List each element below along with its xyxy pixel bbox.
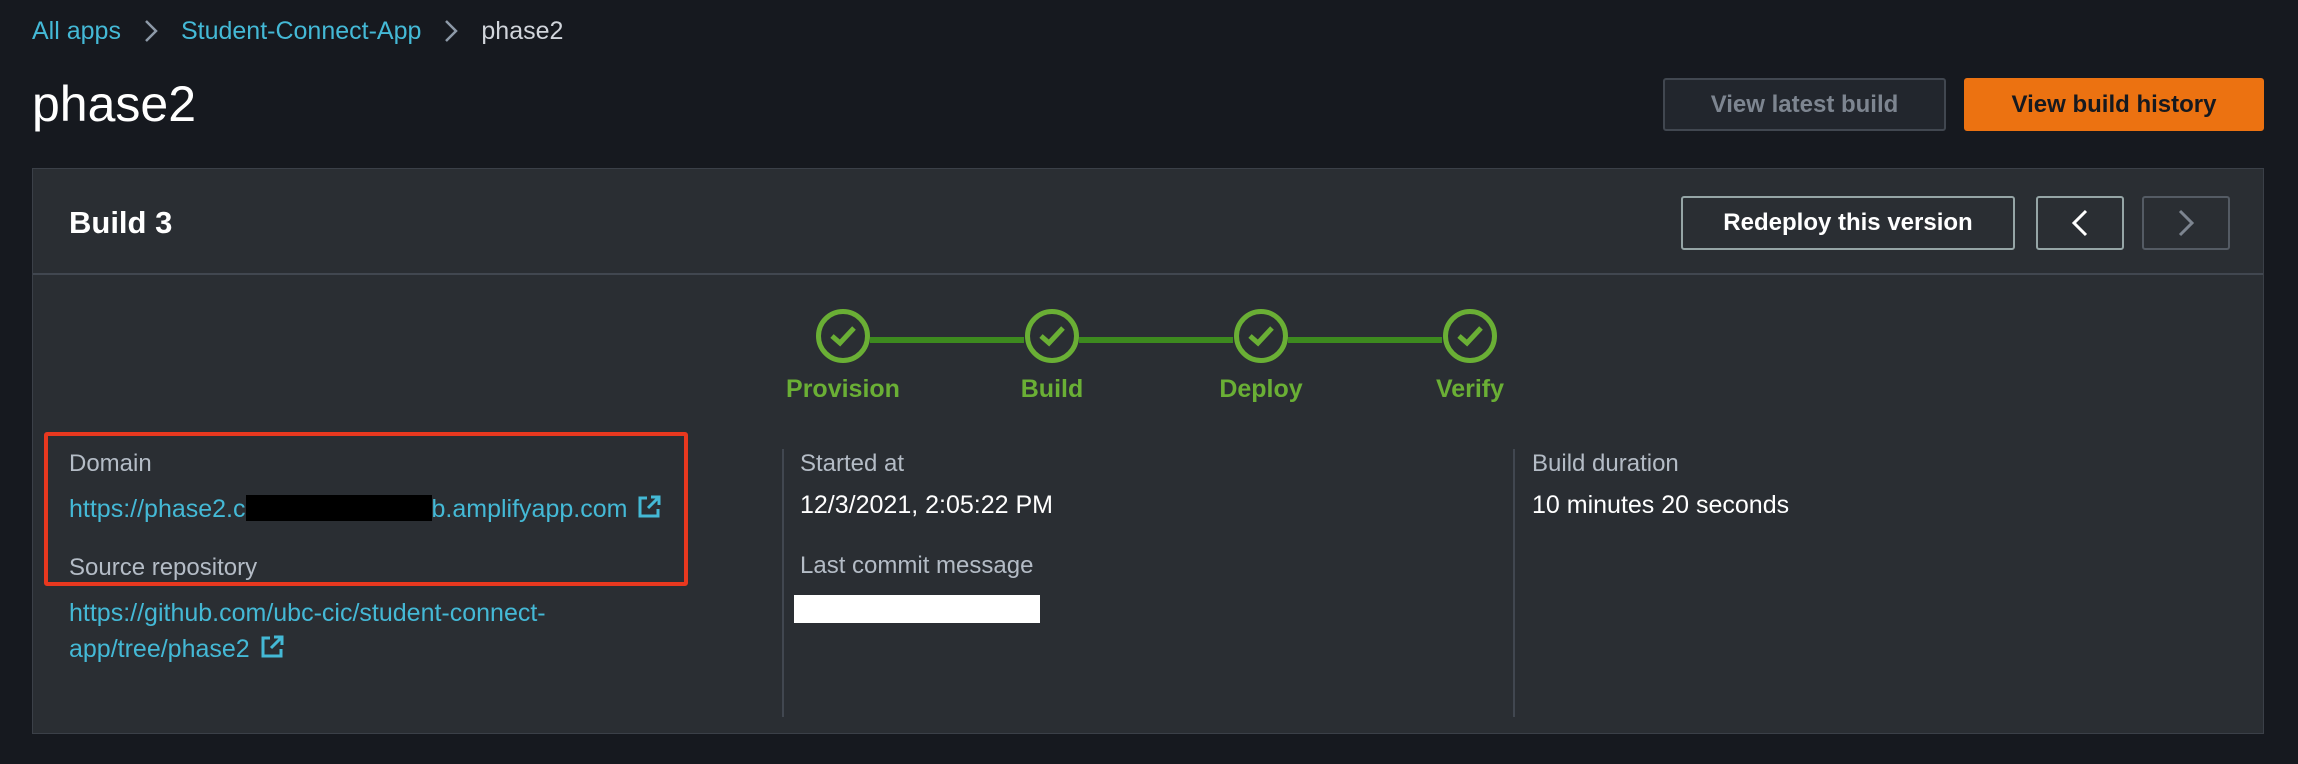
step-label: Build <box>1020 375 1084 403</box>
check-icon <box>1234 309 1288 363</box>
column-divider <box>782 449 784 717</box>
step-provision: Provision <box>773 307 913 404</box>
breadcrumb-app[interactable]: Student-Connect-App <box>181 17 421 46</box>
external-link-icon <box>258 633 286 671</box>
details-column-duration: Build duration 10 minutes 20 seconds <box>1532 449 1789 521</box>
step-label: Verify <box>1435 375 1505 403</box>
build-progress-steps: Provision Build Deploy Verify <box>773 307 1553 417</box>
check-icon <box>1443 309 1497 363</box>
breadcrumb-current: phase2 <box>481 16 564 45</box>
last-commit-label: Last commit message <box>800 552 1034 579</box>
previous-build-button[interactable] <box>2036 196 2124 250</box>
started-at-label: Started at <box>800 450 905 477</box>
step-build: Build <box>982 307 1122 404</box>
chevron-right-icon <box>2178 209 2195 237</box>
check-icon <box>816 309 870 363</box>
breadcrumb-all-apps[interactable]: All apps <box>32 17 121 46</box>
redeploy-button[interactable]: Redeploy this version <box>1681 196 2015 250</box>
chevron-left-icon <box>2071 209 2088 237</box>
step-label: Deploy <box>1219 375 1303 403</box>
panel-header: Build 3 Redeploy this version <box>33 169 2263 275</box>
redaction-bar <box>794 595 1040 623</box>
started-at-value: 12/3/2021, 2:05:22 PM <box>800 491 1053 519</box>
build-duration-label: Build duration <box>1532 450 1679 477</box>
build-duration-value: 10 minutes 20 seconds <box>1532 491 1790 519</box>
details-column-timing: Started at 12/3/2021, 2:05:22 PM Last co… <box>794 449 1053 623</box>
view-latest-build-button[interactable]: View latest build <box>1663 78 1946 131</box>
chevron-right-icon <box>443 18 459 44</box>
chevron-right-icon <box>143 18 159 44</box>
view-build-history-button[interactable]: View build history <box>1964 78 2264 131</box>
check-icon <box>1025 309 1079 363</box>
next-build-button[interactable] <box>2142 196 2230 250</box>
step-verify: Verify <box>1400 307 1540 404</box>
repo-url-line1: https://github.com/ubc-cic/student-conne… <box>69 599 546 627</box>
step-deploy: Deploy <box>1191 307 1331 404</box>
page-title: phase2 <box>32 76 197 132</box>
annotation-highlight-box <box>44 432 688 586</box>
column-divider <box>1513 449 1515 717</box>
step-label: Provision <box>786 375 900 403</box>
repo-url-line2: app/tree/phase2 <box>69 635 250 663</box>
breadcrumb: All apps Student-Connect-App phase2 <box>32 14 563 48</box>
source-repository-link[interactable]: https://github.com/ubc-cic/student-conne… <box>69 595 663 671</box>
build-title: Build 3 <box>69 205 173 240</box>
